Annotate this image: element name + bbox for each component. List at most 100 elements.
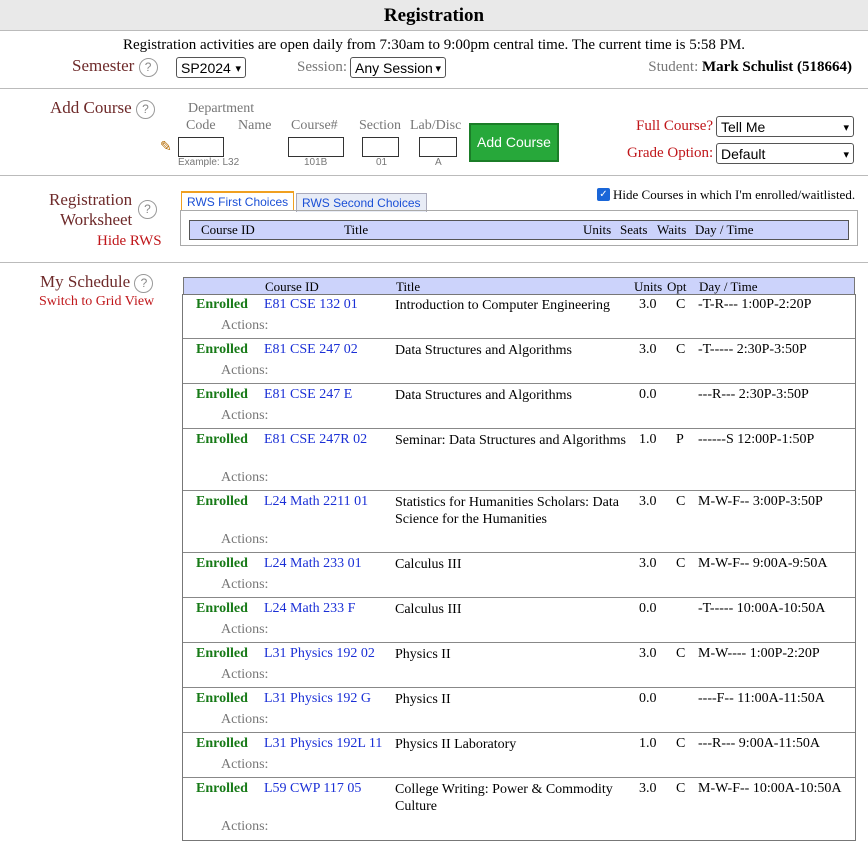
rws-col-course-id: Course ID — [201, 222, 255, 237]
course-day-time: ------S 12:00P-1:50P — [698, 432, 815, 447]
status-badge: Enrolled — [196, 342, 248, 357]
course-day-time: ---R--- 9:00A-11:50A — [698, 736, 820, 751]
status-badge: Enrolled — [196, 432, 248, 447]
rws-col-seats: Seats — [620, 222, 648, 237]
code-example: Example: L32 — [178, 157, 240, 168]
hide-rws-link[interactable]: Hide RWS — [97, 233, 162, 250]
lab-disc-label: Lab/Disc — [410, 118, 462, 133]
actions-label: Actions: — [221, 363, 269, 378]
col-title: Title — [396, 279, 421, 294]
help-icon[interactable]: ? — [134, 273, 154, 293]
course-title: Seminar: Data Structures and Algorithms — [395, 433, 626, 448]
table-row: Enrolled E81 CSE 247R 02 Seminar: Data S… — [183, 429, 855, 491]
course-units: 3.0 — [639, 781, 657, 796]
course-link[interactable]: E81 CSE 132 01 — [264, 297, 358, 313]
col-day-time: Day / Time — [699, 279, 758, 294]
col-opt: Opt — [667, 279, 687, 294]
status-badge: Enrolled — [196, 556, 248, 571]
course-link[interactable]: L31 Physics 192 02 — [264, 646, 375, 662]
course-day-time: M-W-F-- 10:00A-10:50A — [698, 781, 842, 796]
add-course-button[interactable]: Add Course — [469, 123, 559, 162]
full-course-select[interactable]: Tell Me ▾ — [716, 116, 854, 137]
course-title: Introduction to Computer Engineering — [395, 298, 611, 313]
course-link[interactable]: E81 CSE 247 02 — [264, 342, 358, 358]
hours-notice: Registration activities are open daily f… — [122, 37, 746, 53]
semester-select[interactable]: SP2024 ▾ — [176, 57, 246, 78]
course-units: 1.0 — [639, 736, 657, 751]
table-row: Enrolled E81 CSE 247 E Data Structures a… — [183, 384, 855, 429]
rws-table-header: Course ID Title Units Seats Waits Day / … — [189, 220, 849, 240]
rws-col-day-time: Day / Time — [695, 222, 754, 237]
table-row: Enrolled L31 Physics 192 G Physics II 0.… — [183, 688, 855, 733]
course-link[interactable]: L31 Physics 192L 11 — [264, 736, 382, 752]
student-info: Student: Mark Schulist (518664) — [648, 59, 852, 75]
section-input[interactable] — [362, 137, 399, 157]
actions-label: Actions: — [221, 622, 269, 637]
department-label: Department — [188, 101, 255, 116]
course-link[interactable]: E81 CSE 247R 02 — [264, 432, 367, 448]
semester-row: Semester ? SP2024 ▾ Session: Any Session ▾… — [0, 54, 868, 88]
switch-grid-view-link[interactable]: Switch to Grid View — [39, 294, 154, 310]
course-link[interactable]: E81 CSE 247 E — [264, 387, 352, 403]
actions-label: Actions: — [221, 712, 269, 727]
status-badge: Enrolled — [196, 494, 248, 509]
course-title: College Writing: Power & Commodity Cultu… — [395, 782, 613, 814]
help-icon[interactable]: ? — [138, 200, 157, 219]
course-link[interactable]: L59 CWP 117 05 — [264, 781, 361, 797]
course-units: 3.0 — [639, 297, 657, 312]
dept-code-input[interactable] — [178, 137, 224, 157]
course-opt: C — [676, 297, 686, 312]
student-name: Mark Schulist (518664) — [702, 59, 852, 75]
course-title: Statistics for Humanities Scholars: Data… — [395, 495, 619, 527]
course-opt: C — [676, 736, 686, 751]
col-course-id: Course ID — [265, 279, 319, 294]
status-badge: Enrolled — [196, 691, 248, 706]
course-day-time: ---R--- 2:30P-3:50P — [698, 387, 809, 402]
page-title: Registration — [0, 0, 868, 31]
hide-enrolled-label: Hide Courses in which I'm enrolled/waitl… — [613, 187, 856, 202]
actions-label: Actions: — [221, 318, 269, 333]
rws-col-waits: Waits — [657, 222, 687, 237]
course-day-time: M-W-F-- 3:00P-3:50P — [698, 494, 823, 509]
table-row: Enrolled L31 Physics 192 02 Physics II 3… — [183, 643, 855, 688]
lab-disc-input[interactable] — [419, 137, 457, 157]
course-units: 3.0 — [639, 646, 657, 661]
course-title: Physics II — [395, 692, 451, 707]
course-opt: C — [676, 494, 686, 509]
help-icon[interactable]: ? — [138, 57, 158, 77]
chevron-down-icon: ▾ — [235, 63, 241, 75]
session-select[interactable]: Any Session ▾ — [350, 57, 446, 78]
course-title: Physics II — [395, 647, 451, 662]
course-units: 0.0 — [639, 601, 657, 616]
actions-label: Actions: — [221, 757, 269, 772]
code-label: Code — [186, 118, 216, 133]
chevron-down-icon: ▾ — [843, 149, 849, 161]
session-label: Session: — [297, 59, 348, 75]
hide-enrolled-checkbox[interactable]: ✓ — [597, 188, 610, 201]
course-link[interactable]: L24 Math 233 01 — [264, 556, 362, 572]
course-day-time: ----F-- 11:00A-11:50A — [698, 691, 825, 706]
course-day-time: -T----- 2:30P-3:50P — [698, 342, 807, 357]
table-row: Enrolled E81 CSE 132 01 Introduction to … — [183, 294, 855, 339]
course-number-input[interactable] — [288, 137, 344, 157]
rws-col-title: Title — [344, 222, 369, 237]
actions-label: Actions: — [221, 667, 269, 682]
grade-option-select[interactable]: Default ▾ — [716, 143, 854, 164]
help-icon[interactable]: ? — [135, 99, 155, 119]
full-course-label: Full Course? — [636, 118, 714, 134]
course-link[interactable]: L24 Math 2211 01 — [264, 494, 368, 510]
actions-label: Actions: — [221, 819, 269, 834]
course-opt: C — [676, 781, 686, 796]
course-units: 0.0 — [639, 691, 657, 706]
chevron-down-icon: ▾ — [435, 63, 441, 75]
lab-example: A — [435, 157, 442, 168]
course-link[interactable]: L24 Math 233 F — [264, 601, 355, 617]
course-day-time: M-W-F-- 9:00A-9:50A — [698, 556, 828, 571]
section-example: 01 — [376, 157, 388, 168]
actions-label: Actions: — [221, 408, 269, 423]
tab-rws-first-choices[interactable]: RWS First Choices — [181, 191, 295, 211]
col-units: Units — [634, 279, 663, 294]
course-link[interactable]: L31 Physics 192 G — [264, 691, 371, 707]
schedule-table-header: Course ID Title Units Opt Day / Time — [183, 277, 855, 295]
course-example: 101B — [304, 157, 328, 168]
